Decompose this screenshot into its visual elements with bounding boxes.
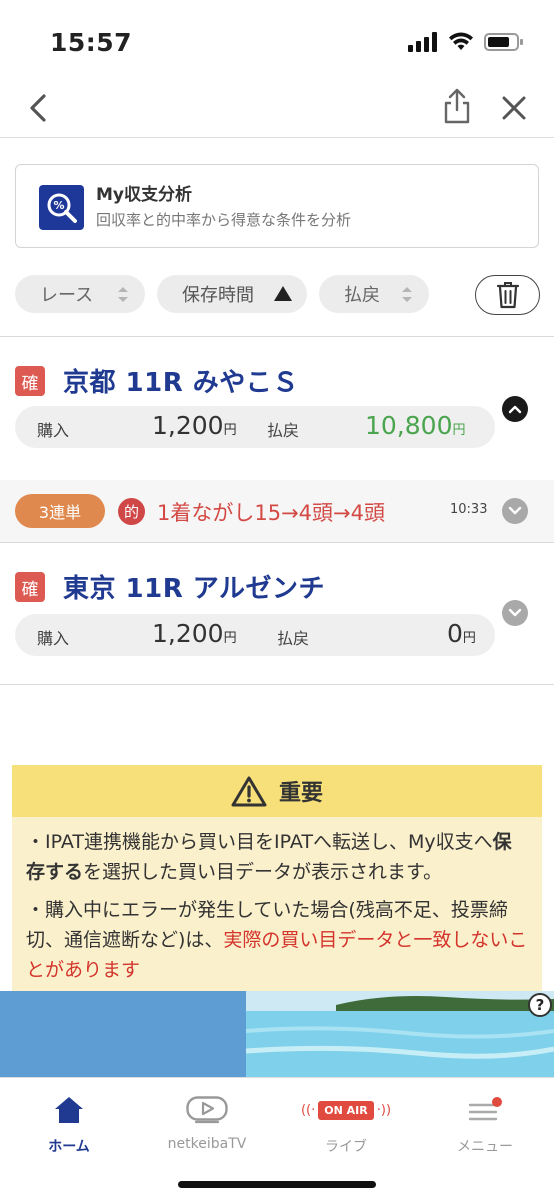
chevron-down-icon <box>508 506 522 515</box>
tab-menu-label: メニュー <box>457 1139 513 1155</box>
bet-time: 10:33 <box>450 502 488 517</box>
divider <box>0 542 554 543</box>
sort-payout-button[interactable]: 払戻 <box>319 275 429 313</box>
bet-row[interactable]: 3連単 的 1着ながし15→4頭→4頭 10:33 <box>0 480 554 542</box>
wifi-icon <box>449 32 473 50</box>
sort-payout-label: 払戻 <box>344 285 380 306</box>
payout-label: 払戻 <box>267 421 300 440</box>
sort-time-label: 保存時間 <box>182 285 254 306</box>
expand-button[interactable] <box>502 600 528 626</box>
nav-bar <box>0 80 554 138</box>
svg-text:%: % <box>53 199 64 212</box>
bet-description: 1着ながし15→4頭→4頭 <box>157 501 385 525</box>
beach-image <box>246 991 554 1077</box>
on-air-icon: ((· ON AIR ·)) <box>300 1100 392 1120</box>
race-summary: 購入 1,200円 払戻 10,800円 <box>15 406 495 448</box>
payout-amount: 0円 <box>447 619 476 648</box>
sort-arrows-icon <box>118 287 128 302</box>
battery-icon <box>484 33 523 51</box>
divider <box>0 684 554 685</box>
race-card[interactable]: 確 京都 11R みやこＳ 購入 1,200円 払戻 10,800円 <box>0 360 554 480</box>
ad-info-button[interactable]: ? <box>528 993 552 1017</box>
delete-button[interactable] <box>475 275 540 315</box>
sort-time-button[interactable]: 保存時間 <box>157 275 307 313</box>
purchase-label: 購入 <box>37 629 70 648</box>
hit-badge: 的 <box>118 498 145 525</box>
home-icon <box>55 1097 83 1123</box>
race-title: 京都 11R みやこＳ <box>63 368 299 398</box>
ad-banner[interactable]: ? <box>0 991 554 1077</box>
status-bar: 15:57 <box>0 0 554 80</box>
notice-title: 重要 <box>278 781 323 806</box>
notice-paragraph: ・購入中にエラーが発生していた場合(残高不足、投票締切、通信遮断など)は、実際の… <box>26 899 528 981</box>
divider <box>0 336 554 337</box>
status-time: 15:57 <box>50 28 133 57</box>
share-icon[interactable] <box>440 86 474 126</box>
tab-home[interactable]: ホーム <box>9 1092 129 1156</box>
analysis-title: My収支分析 <box>96 185 192 205</box>
home-indicator <box>178 1181 376 1188</box>
chevron-down-icon <box>508 608 522 617</box>
analysis-banner[interactable]: % My収支分析 回収率と的中率から得意な条件を分析 <box>15 164 539 248</box>
tv-play-icon <box>186 1096 228 1124</box>
tab-menu[interactable]: メニュー <box>425 1092 545 1156</box>
analysis-subtitle: 回収率と的中率から得意な条件を分析 <box>96 211 352 229</box>
payout-label: 払戻 <box>277 629 310 648</box>
important-notice: 重要 ・IPAT連携機能から買い目をIPATへ転送し、My収支へ保存するを選択し… <box>12 765 542 991</box>
notice-paragraph: ・IPAT連携機能から買い目をIPATへ転送し、My収支へ保存するを選択した買い… <box>26 831 512 883</box>
bet-type-badge: 3連単 <box>15 494 105 528</box>
chevron-up-icon <box>508 405 522 414</box>
sort-race-button[interactable]: レース <box>15 275 145 313</box>
sort-race-label: レース <box>40 285 94 306</box>
menu-icon <box>468 1097 502 1121</box>
purchase-label: 購入 <box>37 421 70 440</box>
collapse-button[interactable] <box>502 396 528 422</box>
tab-live[interactable]: ((· ON AIR ·)) ライブ <box>286 1092 406 1156</box>
confirmed-badge: 確 <box>15 572 45 602</box>
tab-netkeibatv[interactable]: netkeibaTV <box>147 1092 267 1152</box>
sort-asc-icon <box>274 286 292 301</box>
percent-search-icon: % <box>39 185 84 230</box>
tab-home-label: ホーム <box>48 1139 90 1155</box>
back-icon[interactable] <box>22 90 58 126</box>
tab-live-label: ライブ <box>325 1139 367 1155</box>
filter-bar: レース 保存時間 払戻 <box>15 275 540 315</box>
race-title: 東京 11R アルゼンチ <box>63 574 326 604</box>
expand-bet-button[interactable] <box>502 498 528 524</box>
purchase-amount: 1,200円 <box>152 411 237 440</box>
warning-icon <box>231 776 267 807</box>
payout-amount: 10,800円 <box>365 411 466 440</box>
on-air-badge: ON AIR <box>318 1100 374 1120</box>
purchase-amount: 1,200円 <box>152 619 237 648</box>
status-icons <box>408 32 524 52</box>
signal-icon <box>408 32 437 52</box>
notice-body: ・IPAT連携機能から買い目をIPATへ転送し、My収支へ保存するを選択した買い… <box>12 817 542 985</box>
notice-header: 重要 <box>12 765 542 817</box>
race-card[interactable]: 確 東京 11R アルゼンチ 購入 1,200円 払戻 0円 <box>0 568 554 688</box>
tab-netkeibatv-label: netkeibaTV <box>167 1136 247 1152</box>
sort-arrows-icon <box>402 287 412 302</box>
race-summary: 購入 1,200円 払戻 0円 <box>15 614 495 656</box>
confirmed-badge: 確 <box>15 366 45 396</box>
trash-icon <box>496 282 519 309</box>
close-icon[interactable] <box>496 90 532 126</box>
ad-image <box>0 991 246 1077</box>
